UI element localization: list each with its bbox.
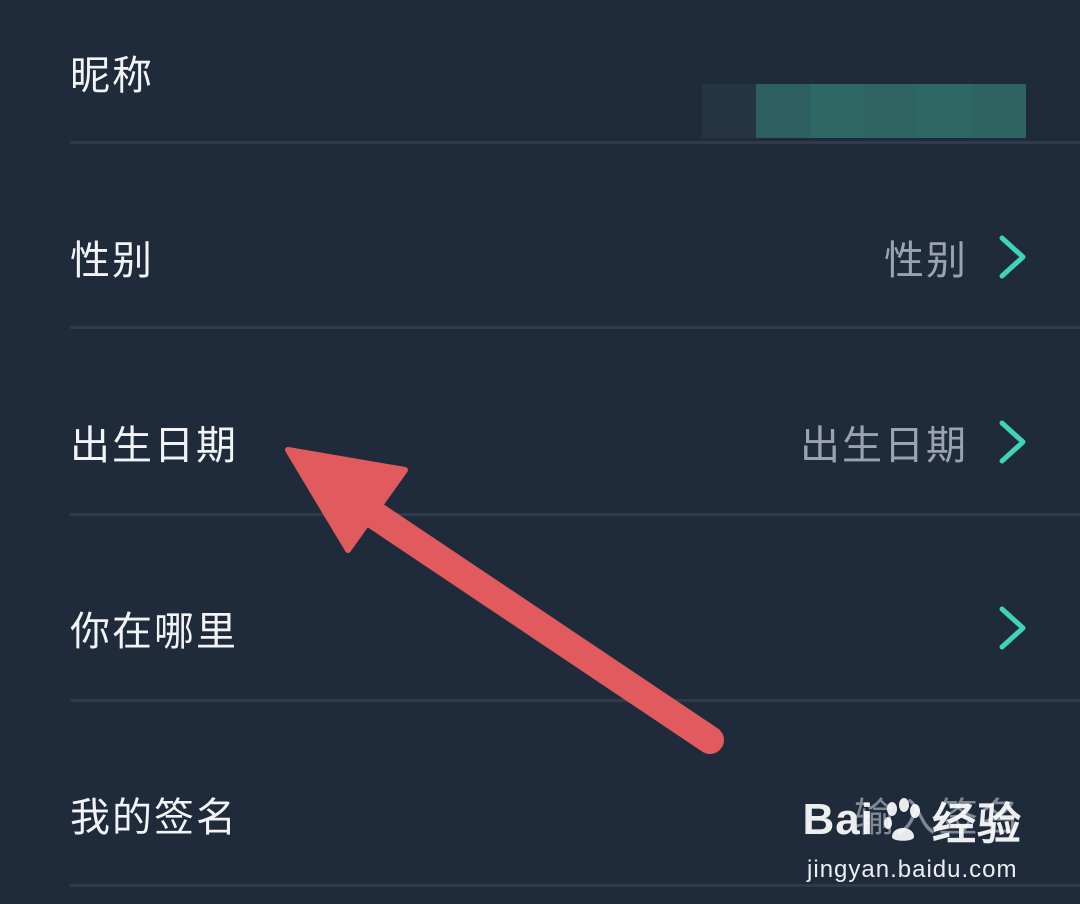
- watermark-brand: Bai 经验: [803, 788, 1022, 852]
- chevron-right-icon: [999, 606, 1026, 650]
- chevron-right-icon: [999, 235, 1026, 279]
- birthday-label: 出生日期: [70, 423, 238, 469]
- divider: [70, 884, 1080, 887]
- divider: [70, 699, 1080, 702]
- chevron-right-icon: [999, 420, 1026, 464]
- nickname-label: 昵称: [70, 53, 154, 99]
- baidu-paw-icon: [884, 798, 920, 841]
- divider: [70, 141, 1080, 144]
- divider: [70, 326, 1080, 329]
- nickname-row[interactable]: 昵称: [0, 30, 1080, 138]
- birthday-row[interactable]: 出生日期 出生日期: [0, 400, 1080, 484]
- location-row[interactable]: 你在哪里: [0, 586, 1080, 670]
- gender-row[interactable]: 性别 性别: [0, 215, 1080, 299]
- watermark-brand-left: Bai: [802, 795, 874, 844]
- signature-label: 我的签名: [70, 795, 238, 841]
- gender-value: 性别: [884, 238, 968, 284]
- baidu-jingyan-watermark: Bai 经验 jingyan.baidu.com: [803, 788, 1022, 884]
- nickname-value-redacted: [702, 84, 1026, 138]
- gender-label: 性别: [70, 238, 154, 284]
- profile-edit-screen: 昵称 性别 性别 出生日期 出生日期 你在哪里 我的签名 输入签名 Bai 经验…: [0, 0, 1080, 904]
- location-label: 你在哪里: [70, 609, 238, 655]
- divider: [70, 513, 1080, 516]
- watermark-url: jingyan.baidu.com: [807, 856, 1018, 883]
- birthday-value: 出生日期: [800, 423, 968, 469]
- watermark-brand-right: 经验: [932, 800, 1022, 849]
